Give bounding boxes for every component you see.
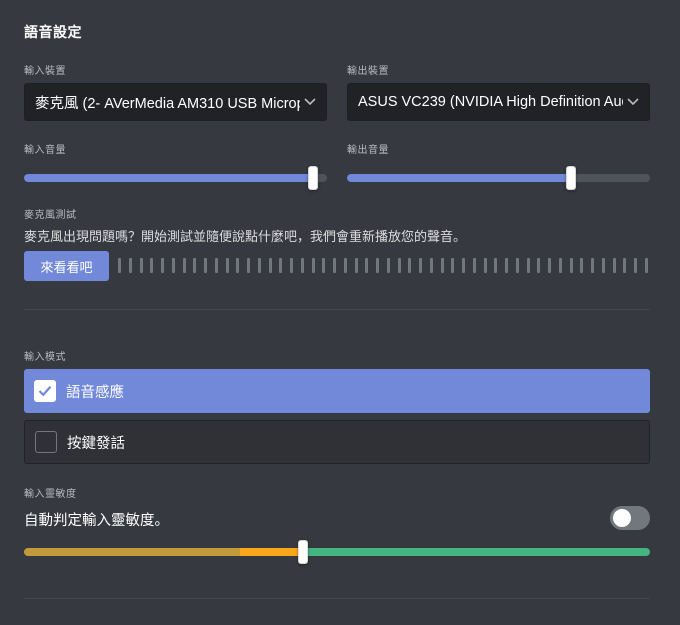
input-device-select[interactable]: 麥克風 (2- AVerMedia AM310 USB Microphone) — [24, 83, 327, 121]
meter-bar — [214, 258, 218, 273]
input-sensitivity-label: 輸入靈敏度 — [24, 489, 77, 500]
meter-bar — [247, 258, 250, 273]
meter-bar — [161, 258, 164, 273]
meter-bar — [236, 258, 240, 273]
meter-bar — [225, 258, 229, 273]
mic-level-meter — [118, 258, 648, 273]
meter-bar — [279, 258, 283, 273]
meter-bar — [612, 258, 616, 273]
output-device-select[interactable]: ASUS VC239 (NVIDIA High Definition Audio… — [347, 83, 650, 121]
meter-bar — [290, 258, 293, 273]
meter-bar — [386, 258, 390, 273]
divider — [24, 598, 650, 599]
meter-bar — [182, 258, 186, 273]
meter-bar — [204, 258, 207, 273]
input-volume-slider[interactable] — [24, 174, 327, 182]
input-volume-label: 輸入音量 — [24, 145, 66, 156]
checkbox-checked-icon — [34, 380, 56, 402]
meter-bar — [397, 258, 401, 273]
chevron-down-icon — [623, 98, 639, 106]
meter-bar — [451, 258, 455, 273]
meter-bar — [343, 258, 347, 273]
output-volume-label: 輸出音量 — [347, 145, 389, 156]
output-volume-handle[interactable] — [566, 166, 577, 190]
meter-bar — [300, 258, 304, 273]
toggle-knob — [613, 509, 631, 527]
meter-bar — [408, 258, 412, 273]
output-device-value: ASUS VC239 (NVIDIA High Definition Audio… — [358, 94, 623, 110]
meter-bar — [128, 258, 132, 273]
meter-bar — [505, 258, 508, 273]
input-device-value: 麥克風 (2- AVerMedia AM310 USB Microphone) — [35, 95, 300, 112]
meter-bar — [494, 258, 498, 273]
meter-bar — [311, 258, 315, 273]
meter-bar — [634, 258, 637, 273]
meter-bar — [644, 258, 648, 273]
mic-test-button[interactable]: 來看看吧 — [24, 251, 109, 281]
sensitivity-slider[interactable] — [24, 548, 650, 556]
meter-bar — [429, 258, 433, 273]
meter-bar — [472, 258, 476, 273]
meter-bar — [139, 258, 143, 273]
meter-bar — [376, 258, 379, 273]
input-mode-voice-activity-label: 語音感應 — [66, 384, 124, 401]
input-device-label: 輸入裝置 — [24, 66, 66, 77]
meter-bar — [548, 258, 551, 273]
meter-bar — [526, 258, 530, 273]
meter-bar — [322, 258, 326, 273]
meter-bar — [257, 258, 261, 273]
page-title: 語音設定 — [24, 25, 82, 41]
meter-bar — [569, 258, 573, 273]
sensitivity-high-segment — [302, 548, 650, 556]
meter-bar — [354, 258, 358, 273]
meter-bar — [580, 258, 584, 273]
meter-bar — [440, 258, 444, 273]
meter-bar — [193, 258, 197, 273]
meter-bar — [268, 258, 272, 273]
chevron-down-icon — [300, 98, 316, 106]
meter-bar — [623, 258, 627, 273]
auto-sensitivity-label: 自動判定輸入靈敏度。 — [24, 513, 169, 529]
sensitivity-mid-segment — [239, 548, 303, 556]
meter-bar — [150, 258, 154, 273]
meter-bar — [601, 258, 605, 273]
output-device-label: 輸出裝置 — [347, 66, 389, 77]
input-mode-voice-activity[interactable]: 語音感應 — [24, 369, 650, 413]
input-mode-push-to-talk[interactable]: 按鍵發話 — [24, 420, 650, 464]
meter-bar — [333, 258, 336, 273]
sensitivity-handle[interactable] — [297, 540, 308, 564]
sensitivity-low-segment — [24, 548, 240, 556]
divider — [24, 309, 650, 310]
mic-test-description: 麥克風出現問題嗎？開始測試並隨便說點什麼吧，我們會重新播放您的聲音。 — [24, 230, 467, 245]
meter-bar — [171, 258, 175, 273]
input-mode-label: 輸入模式 — [24, 352, 66, 363]
checkbox-unchecked-icon — [35, 431, 57, 453]
meter-bar — [537, 258, 541, 273]
output-volume-fill — [347, 174, 572, 182]
meter-bar — [591, 258, 594, 273]
meter-bar — [515, 258, 519, 273]
output-volume-slider[interactable] — [347, 174, 650, 182]
meter-bar — [483, 258, 487, 273]
mic-test-label: 麥克風測試 — [24, 210, 77, 221]
meter-bar — [118, 258, 121, 273]
meter-bar — [365, 258, 369, 273]
input-volume-fill — [24, 174, 314, 182]
input-volume-handle[interactable] — [308, 166, 319, 190]
meter-bar — [462, 258, 465, 273]
meter-bar — [558, 258, 562, 273]
auto-sensitivity-toggle[interactable] — [610, 506, 650, 530]
meter-bar — [419, 258, 422, 273]
input-mode-push-to-talk-label: 按鍵發話 — [67, 435, 125, 452]
